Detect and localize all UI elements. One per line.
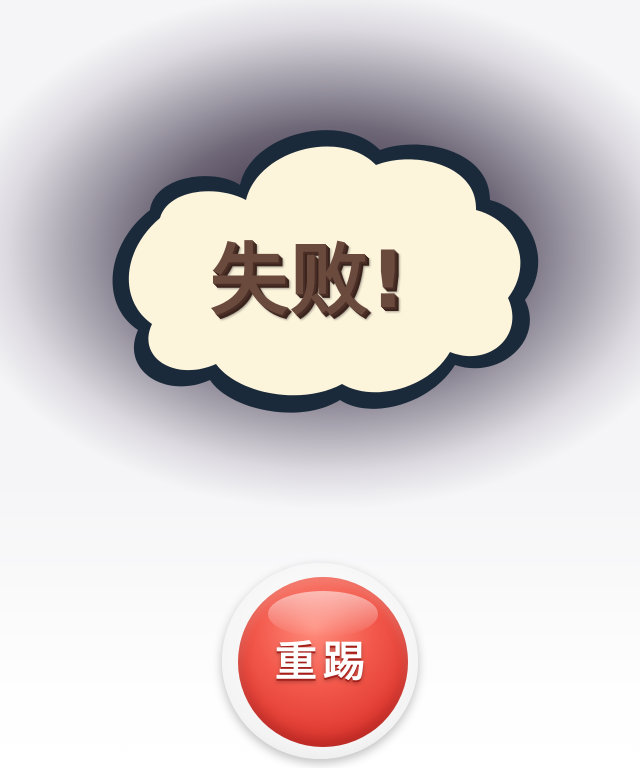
- retry-button[interactable]: 重踢: [238, 577, 408, 747]
- failure-title: 失败!: [210, 236, 408, 326]
- retry-button-label: 重踢: [274, 637, 371, 686]
